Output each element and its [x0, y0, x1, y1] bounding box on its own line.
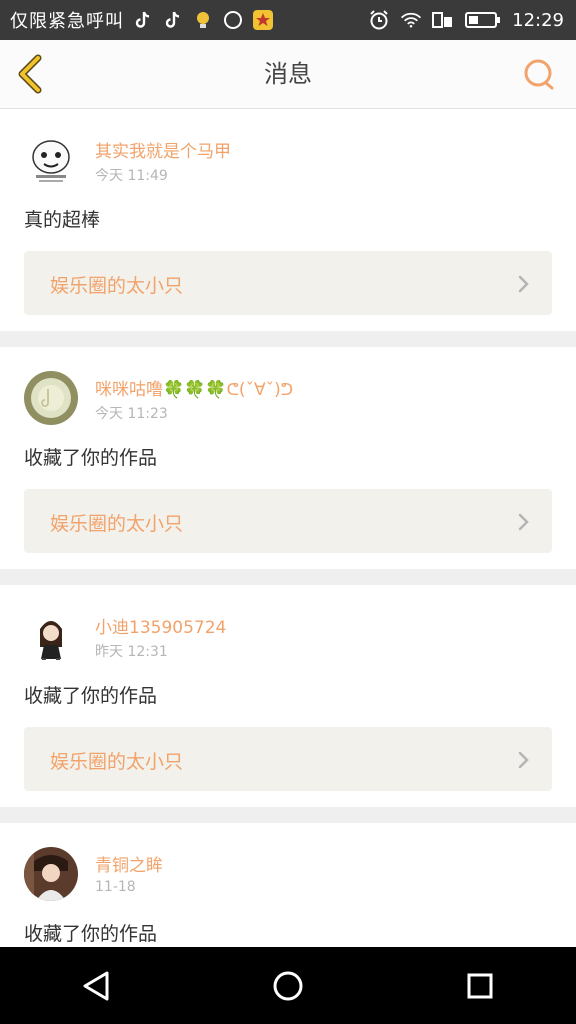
star-app-icon [252, 9, 274, 31]
navigation-bar [0, 947, 576, 1024]
message-card: 青铜之眸 11-18 收藏了你的作品 [0, 823, 576, 965]
circle-link[interactable]: 娱乐圈的太小只 [24, 727, 552, 791]
user-name[interactable]: 咪咪咕噜🍀🍀🍀ᕦ(ˇ∀ˇ)ᕤ [95, 375, 293, 400]
post-time: 今天 11:49 [95, 168, 168, 184]
message-content: 真的超棒 [24, 209, 101, 231]
chevron-right-icon [518, 751, 529, 769]
circle-link[interactable]: 娱乐圈的太小只 [24, 251, 552, 315]
circle-name: 娱乐圈的太小只 [50, 751, 184, 773]
avatar[interactable] [24, 847, 78, 901]
message-header: 小迪135905724 昨天 12:31 [24, 585, 552, 685]
message-header: 咪咪咕噜🍀🍀🍀ᕦ(ˇ∀ˇ)ᕤ 今天 11:23 [24, 347, 552, 447]
sim-icon [432, 9, 454, 31]
alarm-icon [368, 9, 390, 31]
message-header: 青铜之眸 11-18 [24, 823, 552, 923]
user-name[interactable]: 小迪135905724 [95, 613, 226, 638]
chevron-right-icon [518, 513, 529, 531]
avatar[interactable] [24, 371, 78, 425]
battery-icon [464, 9, 502, 31]
tiktok-icon [162, 9, 184, 31]
circle-name: 娱乐圈的太小只 [50, 275, 184, 297]
post-time: 今天 11:23 [95, 406, 168, 422]
avatar[interactable] [24, 609, 78, 663]
recents-square-icon [467, 973, 493, 998]
chevron-right-icon [518, 275, 529, 293]
status-bar: 仅限紧急呼叫 12:29 [0, 0, 576, 40]
carrier-text: 仅限紧急呼叫 [10, 11, 124, 32]
search-icon [524, 59, 554, 90]
post-time: 昨天 12:31 [95, 644, 168, 660]
message-header: 其实我就是个马甲 今天 11:49 [24, 109, 552, 209]
status-left: 仅限紧急呼叫 [0, 7, 274, 33]
nav-home-button[interactable] [258, 956, 318, 1016]
post-time: 11-18 [95, 879, 136, 895]
bulb-icon [192, 9, 214, 31]
status-time: 12:29 [512, 9, 564, 31]
nav-recents-button[interactable] [450, 956, 510, 1016]
message-content: 收藏了你的作品 [24, 685, 158, 707]
message-list: 其实我就是个马甲 今天 11:49 真的超棒 娱乐圈的太小只 咪咪咕噜🍀🍀🍀ᕦ( [0, 109, 576, 965]
nav-back-button[interactable] [66, 956, 126, 1016]
circle-link[interactable]: 娱乐圈的太小只 [24, 489, 552, 553]
message-card: 咪咪咕噜🍀🍀🍀ᕦ(ˇ∀ˇ)ᕤ 今天 11:23 收藏了你的作品 娱乐圈的太小只 [0, 347, 576, 569]
home-circle-icon [273, 971, 303, 1000]
compass-icon [222, 9, 244, 31]
user-name[interactable]: 其实我就是个马甲 [95, 137, 231, 162]
wifi-icon [400, 9, 422, 31]
circle-name: 娱乐圈的太小只 [50, 513, 184, 535]
header: 消息 [0, 40, 576, 109]
back-triangle-icon [83, 971, 109, 1000]
message-card: 小迪135905724 昨天 12:31 收藏了你的作品 娱乐圈的太小只 [0, 585, 576, 807]
page-title: 消息 [264, 60, 312, 88]
message-card: 其实我就是个马甲 今天 11:49 真的超棒 娱乐圈的太小只 [0, 109, 576, 331]
tiktok-icon [132, 9, 154, 31]
user-name[interactable]: 青铜之眸 [95, 851, 163, 876]
status-right: 12:29 [368, 9, 576, 31]
search-button[interactable] [522, 57, 556, 91]
avatar[interactable] [24, 133, 78, 187]
message-content: 收藏了你的作品 [24, 447, 158, 469]
